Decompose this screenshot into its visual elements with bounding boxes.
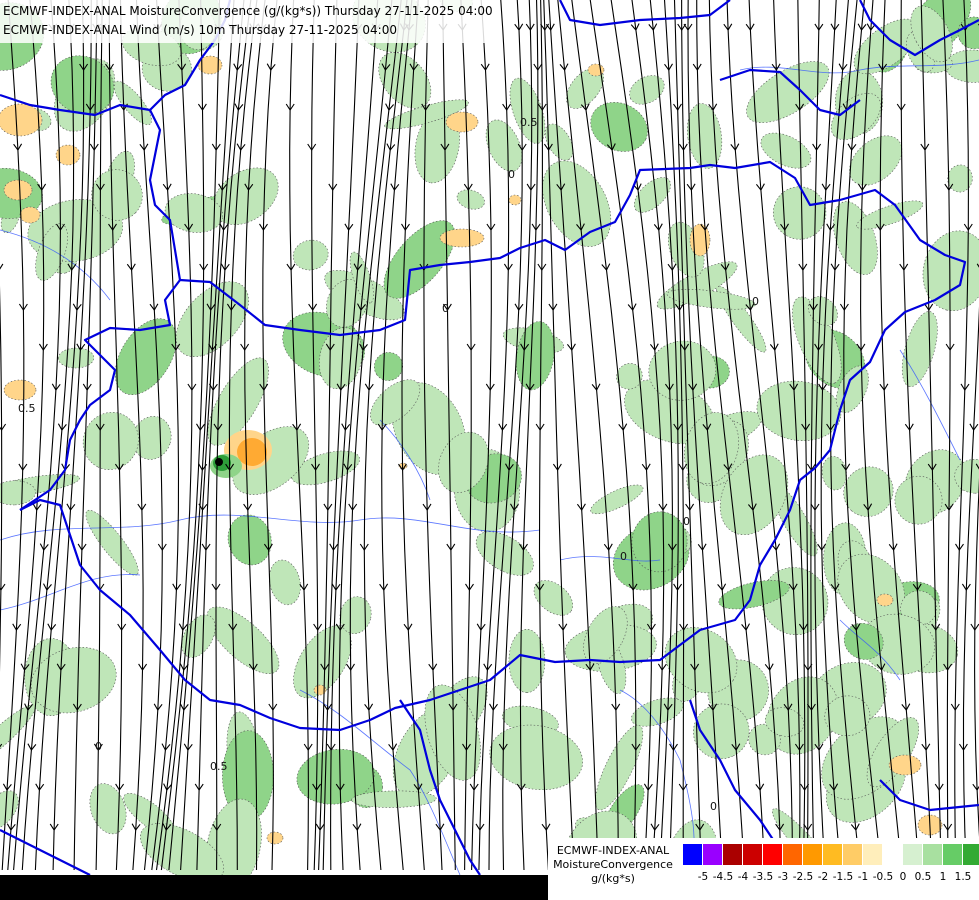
convergence-area — [590, 484, 644, 515]
legend-tick-label: 0 — [899, 871, 907, 883]
wind-streamline — [974, 477, 979, 837]
wind-streamline — [318, 0, 338, 871]
map-title-box: ECMWF-INDEX-ANAL MoistureConvergence (g/… — [0, 0, 497, 43]
weather-map[interactable]: 0 0.5 0 0.5 0 0 0.5 0 0 0 — [0, 0, 979, 900]
legend-swatch — [943, 844, 963, 865]
divergence-area — [266, 831, 284, 845]
legend-tick-label: -3.5 — [752, 871, 774, 883]
wind-streamline — [338, 0, 393, 871]
convergence-area — [533, 580, 574, 616]
legend-tick-label: -5 — [697, 871, 709, 883]
legend-tick-label: -2 — [817, 871, 829, 883]
legend-swatch — [763, 844, 783, 865]
legend-tick-label: 1 — [939, 871, 947, 883]
title-moisture-convergence: ECMWF-INDEX-ANAL MoistureConvergence (g/… — [3, 4, 493, 18]
wind-streamline — [954, 0, 969, 871]
legend-swatch — [923, 844, 943, 865]
legend-unit: g/(kg*s) — [591, 872, 635, 885]
legend-parameter: MoistureConvergence — [553, 858, 673, 871]
wind-streamline — [311, 0, 319, 871]
convergence-area — [456, 189, 485, 210]
contour-label: 0.5 — [520, 116, 538, 129]
convergence-area — [269, 559, 301, 606]
contour-label: 0 — [752, 295, 759, 308]
divergence-area — [888, 754, 922, 776]
title-wind: ECMWF-INDEX-ANAL Wind (m/s) 10m Thursday… — [3, 23, 397, 37]
legend-swatch — [963, 844, 979, 865]
contour-label: 0 — [95, 740, 102, 753]
color-legend: ECMWF-INDEX-ANAL MoistureConvergence g/(… — [548, 838, 979, 900]
contour-label: 0 — [508, 168, 515, 181]
convergence-area — [901, 311, 938, 388]
divergence-area — [3, 379, 37, 401]
wind-arrowhead — [0, 263, 4, 270]
divergence-area — [445, 111, 479, 133]
legend-tick-label: -0.5 — [872, 871, 894, 883]
legend-swatch — [863, 844, 883, 865]
convergence-area — [85, 509, 139, 576]
wind-streamline — [349, 0, 402, 871]
map-viewer: 0 0.5 0 0.5 0 0 0.5 0 0 0 ECMWF-INDEX-ANAL Moistu… — [0, 0, 979, 900]
contour-label: 0.5 — [210, 760, 228, 773]
legend-swatch — [703, 844, 723, 865]
divergence-area — [876, 593, 894, 607]
legend-tick-label: -1.5 — [832, 871, 854, 883]
divergence-area — [508, 194, 522, 206]
legend-swatches — [683, 844, 979, 865]
legend-tick-label: -2.5 — [792, 871, 814, 883]
legend-tick-label: -3 — [777, 871, 789, 883]
legend-tick-label: 1.5 — [954, 871, 972, 883]
convergence-area — [821, 456, 847, 491]
convergence-area — [292, 239, 329, 271]
contour-label: 0 — [710, 800, 717, 813]
legend-swatch — [743, 844, 763, 865]
legend-tick-label: -4 — [737, 871, 749, 883]
wind-streamline — [942, 0, 951, 871]
legend-tick-label: -1 — [857, 871, 869, 883]
country-border — [559, 0, 731, 27]
contour-label: 0.5 — [18, 402, 36, 415]
convergence-area — [947, 164, 973, 193]
legend-swatch — [903, 844, 923, 865]
legend-tick-label: -4.5 — [712, 871, 734, 883]
divergence-area — [0, 103, 43, 137]
wind-arrowhead — [0, 423, 7, 431]
legend-ticks: -5-4.5-4-3.5-3-2.5-2-1.5-1-0.500.511.52 — [683, 871, 979, 885]
legend-swatch — [683, 844, 703, 865]
divergence-area — [3, 179, 33, 201]
convergence-area — [629, 75, 665, 105]
contour-label: 0 — [620, 550, 627, 563]
convergence-peak — [215, 458, 223, 466]
legend-title: ECMWF-INDEX-ANAL MoistureConvergence g/(… — [548, 844, 678, 886]
legend-swatch — [823, 844, 843, 865]
legend-model: ECMWF-INDEX-ANAL — [556, 844, 670, 857]
legend-swatch — [723, 844, 743, 865]
contour-label: 0 — [683, 515, 690, 528]
convergence-area — [633, 177, 671, 213]
legend-swatch — [803, 844, 823, 865]
legend-tick-label: 0.5 — [914, 871, 932, 883]
legend-swatch — [883, 844, 903, 865]
convergence-area — [489, 724, 583, 791]
convergence-area — [760, 132, 812, 169]
convergence-area — [89, 783, 127, 835]
wind-arrowhead — [972, 783, 979, 791]
contour-label: 0 — [442, 302, 449, 315]
divergence-core — [237, 438, 267, 466]
divergence-area — [19, 206, 41, 224]
wind-streamline — [962, 306, 979, 871]
legend-swatch — [843, 844, 863, 865]
wind-streamline — [920, 0, 942, 871]
legend-swatch — [783, 844, 803, 865]
